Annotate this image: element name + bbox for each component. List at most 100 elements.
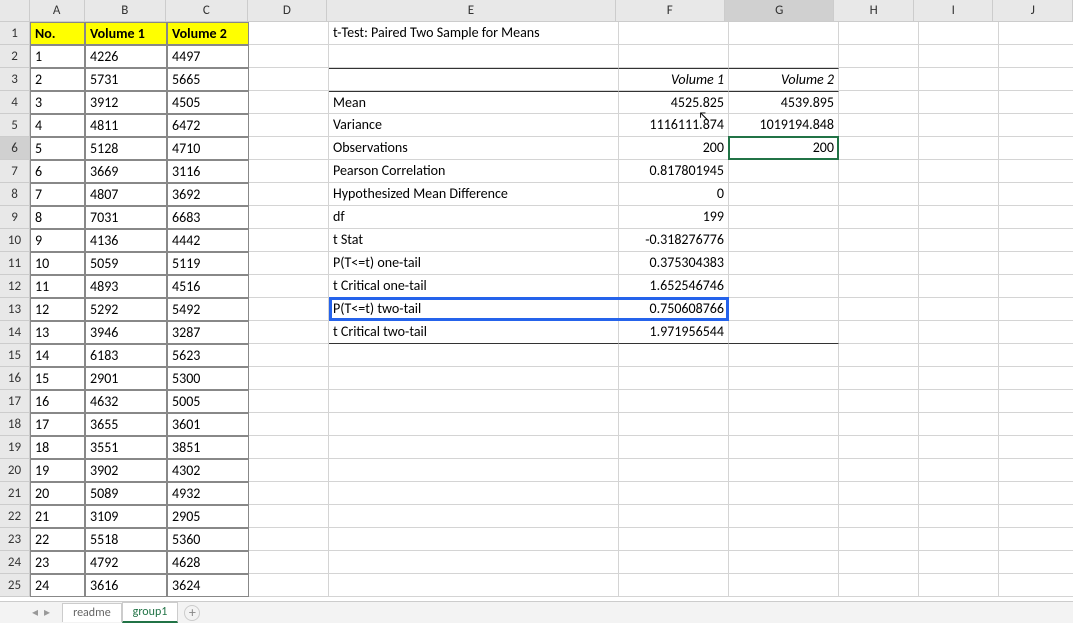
cell-C25[interactable]: 3624 <box>167 574 249 597</box>
cell-J23[interactable] <box>999 528 1073 551</box>
cell-E23[interactable] <box>329 528 619 551</box>
cell-C9[interactable]: 6683 <box>167 206 249 229</box>
cell-C7[interactable]: 3116 <box>167 160 249 183</box>
row-header-15[interactable]: 15 <box>0 344 30 367</box>
cell-H18[interactable] <box>839 413 919 436</box>
cell-I6[interactable] <box>919 137 999 160</box>
cell-H13[interactable] <box>839 298 919 321</box>
cell-C24[interactable]: 4628 <box>167 551 249 574</box>
cell-I18[interactable] <box>919 413 999 436</box>
cell-F21[interactable] <box>619 482 729 505</box>
cell-J16[interactable] <box>999 367 1073 390</box>
cell-H12[interactable] <box>839 275 919 298</box>
cell-I1[interactable] <box>919 22 999 45</box>
cell-D23[interactable] <box>249 528 329 551</box>
cell-G19[interactable] <box>729 436 839 459</box>
cell-I21[interactable] <box>919 482 999 505</box>
cell-E1[interactable]: t-Test: Paired Two Sample for Means <box>329 22 619 45</box>
cell-G25[interactable] <box>729 574 839 597</box>
row-header-2[interactable]: 2 <box>0 45 30 68</box>
cell-H3[interactable] <box>839 68 919 91</box>
cell-D24[interactable] <box>249 551 329 574</box>
cell-I25[interactable] <box>919 574 999 597</box>
cell-J20[interactable] <box>999 459 1073 482</box>
cell-F7[interactable]: 0.817801945 <box>619 160 729 183</box>
cell-A2[interactable]: 1 <box>30 45 85 68</box>
cell-A5[interactable]: 4 <box>30 114 85 137</box>
cell-A6[interactable]: 5 <box>30 137 85 160</box>
cell-I7[interactable] <box>919 160 999 183</box>
cell-J15[interactable] <box>999 344 1073 367</box>
row-header-11[interactable]: 11 <box>0 252 30 275</box>
cell-F17[interactable] <box>619 390 729 413</box>
cell-E18[interactable] <box>329 413 619 436</box>
row-header-24[interactable]: 24 <box>0 551 30 574</box>
cell-G22[interactable] <box>729 505 839 528</box>
cell-F1[interactable] <box>619 22 729 45</box>
cell-I3[interactable] <box>919 68 999 91</box>
cell-G23[interactable] <box>729 528 839 551</box>
cell-I16[interactable] <box>919 367 999 390</box>
cell-E17[interactable] <box>329 390 619 413</box>
cell-D20[interactable] <box>249 459 329 482</box>
cell-H24[interactable] <box>839 551 919 574</box>
cell-F12[interactable]: 1.652546746 <box>619 275 729 298</box>
cell-B10[interactable]: 4136 <box>85 229 167 252</box>
cell-C10[interactable]: 4442 <box>167 229 249 252</box>
cell-I4[interactable] <box>919 91 999 114</box>
row-header-12[interactable]: 12 <box>0 275 30 298</box>
cell-I12[interactable] <box>919 275 999 298</box>
cell-F25[interactable] <box>619 574 729 597</box>
row-header-21[interactable]: 21 <box>0 482 30 505</box>
cell-H14[interactable] <box>839 321 919 344</box>
row-header-22[interactable]: 22 <box>0 505 30 528</box>
cell-G7[interactable] <box>729 160 839 183</box>
cell-B12[interactable]: 4893 <box>85 275 167 298</box>
cell-H25[interactable] <box>839 574 919 597</box>
cell-B5[interactable]: 4811 <box>85 114 167 137</box>
cell-A13[interactable]: 12 <box>30 298 85 321</box>
cell-B24[interactable]: 4792 <box>85 551 167 574</box>
cell-B14[interactable]: 3946 <box>85 321 167 344</box>
cell-H8[interactable] <box>839 183 919 206</box>
cell-C15[interactable]: 5623 <box>167 344 249 367</box>
cell-J4[interactable] <box>999 91 1073 114</box>
cell-B7[interactable]: 3669 <box>85 160 167 183</box>
cell-I23[interactable] <box>919 528 999 551</box>
cell-D10[interactable] <box>249 229 329 252</box>
cell-E4[interactable]: Mean <box>329 91 619 114</box>
tab-nav-prev-icon[interactable]: ◂ <box>30 605 40 620</box>
cell-B3[interactable]: 5731 <box>85 68 167 91</box>
cell-G3[interactable]: Volume 2 <box>729 68 839 91</box>
cell-D18[interactable] <box>249 413 329 436</box>
cell-C2[interactable]: 4497 <box>167 45 249 68</box>
cell-E6[interactable]: Observations <box>329 137 619 160</box>
cell-G9[interactable] <box>729 206 839 229</box>
cell-F13[interactable]: 0.750608766 <box>619 298 729 321</box>
cell-I20[interactable] <box>919 459 999 482</box>
cell-E5[interactable]: Variance <box>329 114 619 137</box>
cell-B23[interactable]: 5518 <box>85 528 167 551</box>
cell-D8[interactable] <box>249 183 329 206</box>
cell-A18[interactable]: 17 <box>30 413 85 436</box>
cell-A11[interactable]: 10 <box>30 252 85 275</box>
cell-I11[interactable] <box>919 252 999 275</box>
cell-A17[interactable]: 16 <box>30 390 85 413</box>
cell-E20[interactable] <box>329 459 619 482</box>
cell-B11[interactable]: 5059 <box>85 252 167 275</box>
cell-C4[interactable]: 4505 <box>167 91 249 114</box>
cell-D5[interactable] <box>249 114 329 137</box>
cell-G6[interactable]: 200 <box>729 137 839 160</box>
cell-I5[interactable] <box>919 114 999 137</box>
cell-B8[interactable]: 4807 <box>85 183 167 206</box>
cell-H11[interactable] <box>839 252 919 275</box>
cell-G17[interactable] <box>729 390 839 413</box>
cell-E13[interactable]: P(T<=t) two-tail <box>329 298 619 321</box>
cell-D1[interactable] <box>249 22 329 45</box>
row-header-1[interactable]: 1 <box>0 22 30 45</box>
row-header-23[interactable]: 23 <box>0 528 30 551</box>
cell-E12[interactable]: t Critical one-tail <box>329 275 619 298</box>
cell-D25[interactable] <box>249 574 329 597</box>
row-header-9[interactable]: 9 <box>0 206 30 229</box>
cell-C18[interactable]: 3601 <box>167 413 249 436</box>
